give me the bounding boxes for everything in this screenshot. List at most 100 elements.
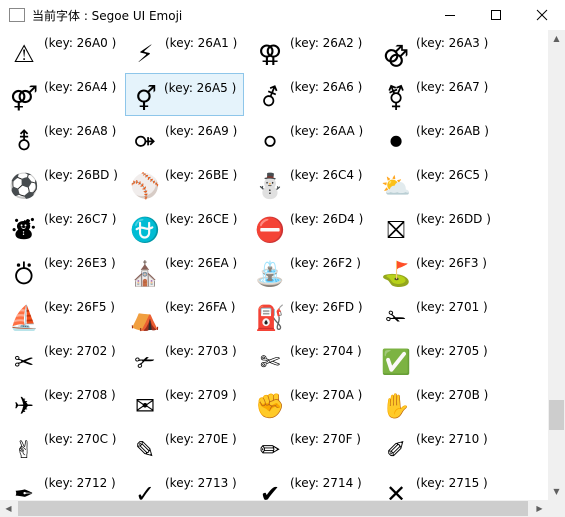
glyph-cell[interactable]: ⚣ (key: 26A3 )	[378, 32, 493, 76]
glyph-cell[interactable]: ⛽ (key: 26FD )	[252, 296, 367, 340]
glyph-symbol: ⚫	[385, 128, 407, 156]
glyph-cell[interactable]: ⚾ (key: 26BE )	[127, 164, 242, 208]
close-button[interactable]	[519, 0, 565, 30]
glyph-cell[interactable]: ✂ (key: 2702 )	[6, 340, 121, 384]
glyph-cell[interactable]: ✉ (key: 2709 )	[127, 384, 242, 428]
glyph-key-label: (key: 270F )	[290, 432, 361, 446]
glyph-cell[interactable]: ✋ (key: 270B )	[378, 384, 493, 428]
glyph-symbol: ⚨	[13, 128, 35, 156]
glyph-cell[interactable]: ✃ (key: 2703 )	[127, 340, 242, 384]
vertical-scroll-thumb[interactable]	[549, 400, 564, 430]
glyph-list-view[interactable]: ⚠ (key: 26A0 ) ⚡ (key: 26A1 ) ⚢ (key: 26A2 ) ⚣…	[0, 30, 548, 500]
glyph-cell[interactable]: ⚪ (key: 26AA )	[252, 120, 367, 164]
glyph-cell[interactable]: ⚫ (key: 26AB )	[378, 120, 493, 164]
glyph-symbol: ⚪	[259, 128, 281, 156]
glyph-cell[interactable]: ✄ (key: 2704 )	[252, 340, 367, 384]
glyph-key-label: (key: 26A0 )	[44, 36, 117, 50]
glyph-cell[interactable]: ⛔ (key: 26D4 )	[252, 208, 367, 252]
glyph-symbol: ⛺	[130, 304, 160, 332]
glyph-cell[interactable]: ✁ (key: 2701 )	[378, 296, 493, 340]
glyph-cell[interactable]: ✔ (key: 2714 )	[252, 472, 367, 500]
glyph-symbol: ⚧	[385, 84, 407, 112]
glyph-key-label: (key: 26AA )	[290, 124, 364, 138]
glyph-cell[interactable]: ⛣ (key: 26E3 )	[6, 252, 121, 296]
glyph-key-label: (key: 26EA )	[165, 256, 238, 270]
glyph-cell[interactable]: ⚤ (key: 26A4 )	[6, 76, 121, 120]
glyph-symbol: ✎	[134, 436, 156, 464]
glyph-symbol: ⚢	[257, 40, 283, 68]
glyph-cell[interactable]: ⚽ (key: 26BD )	[6, 164, 121, 208]
scroll-down-arrow-icon[interactable]: ▼	[548, 483, 565, 500]
glyph-symbol: ⚽	[9, 172, 39, 200]
horizontal-scrollbar[interactable]: ◀ ▶	[0, 500, 548, 517]
glyph-cell[interactable]: ✕ (key: 2715 )	[378, 472, 493, 500]
glyph-cell[interactable]: ✐ (key: 2710 )	[378, 428, 493, 472]
glyph-key-label: (key: 26A1 )	[165, 36, 238, 50]
glyph-cell[interactable]: ⛵ (key: 26F5 )	[6, 296, 121, 340]
glyph-key-label: (key: 26BD )	[44, 168, 118, 182]
glyph-symbol: ⛽	[255, 304, 285, 332]
glyph-cell[interactable]: ✅ (key: 2705 )	[378, 340, 493, 384]
scroll-up-arrow-icon[interactable]: ▲	[548, 30, 565, 47]
glyph-cell[interactable]: ⚧ (key: 26A7 )	[378, 76, 493, 120]
glyph-cell[interactable]: ⚨ (key: 26A8 )	[6, 120, 121, 164]
minimize-icon	[445, 15, 455, 16]
glyph-key-label: (key: 26A7 )	[416, 80, 489, 94]
glyph-cell[interactable]: ⚠ (key: 26A0 )	[6, 32, 121, 76]
glyph-cell[interactable]: ⚦ (key: 26A6 )	[252, 76, 367, 120]
glyph-cell[interactable]: ⚥ (key: 26A5 )	[125, 73, 244, 116]
glyph-symbol: ✈	[13, 392, 35, 420]
glyph-key-label: (key: 2710 )	[416, 432, 488, 446]
glyph-key-label: (key: 26A3 )	[416, 36, 489, 50]
glyph-symbol: ⚣	[382, 40, 410, 68]
glyph-key-label: (key: 26C4 )	[290, 168, 363, 182]
glyph-key-label: (key: 2709 )	[165, 388, 237, 402]
glyph-cell[interactable]: ✌ (key: 270C )	[6, 428, 121, 472]
glyph-cell[interactable]: ✎ (key: 270E )	[127, 428, 242, 472]
glyph-symbol: ⚦	[259, 84, 281, 112]
glyph-symbol: ⚡	[136, 40, 154, 68]
glyph-cell[interactable]: ✏ (key: 270F )	[252, 428, 367, 472]
glyph-symbol: ⚠	[13, 40, 35, 68]
glyph-key-label: (key: 2708 )	[44, 388, 116, 402]
glyph-cell[interactable]: ⚩ (key: 26A9 )	[127, 120, 242, 164]
scroll-right-arrow-icon[interactable]: ▶	[531, 500, 548, 517]
glyph-key-label: (key: 26CE )	[165, 212, 238, 226]
glyph-cell[interactable]: ⛎ (key: 26CE )	[127, 208, 242, 252]
glyph-cell[interactable]: ✊ (key: 270A )	[252, 384, 367, 428]
glyph-key-label: (key: 2712 )	[44, 476, 116, 490]
glyph-cell[interactable]: ⛄ (key: 26C4 )	[252, 164, 367, 208]
glyph-symbol: ✉	[134, 392, 156, 420]
glyph-key-label: (key: 26A8 )	[44, 124, 117, 138]
glyph-cell[interactable]: ⛲ (key: 26F2 )	[252, 252, 367, 296]
glyph-key-label: (key: 2713 )	[165, 476, 237, 490]
glyph-key-label: (key: 26A6 )	[290, 80, 363, 94]
glyph-symbol: ✕	[385, 480, 407, 500]
glyph-cell[interactable]: ⚢ (key: 26A2 )	[252, 32, 367, 76]
maximize-icon	[491, 10, 501, 20]
glyph-key-label: (key: 2703 )	[165, 344, 237, 358]
glyph-cell[interactable]: ✈ (key: 2708 )	[6, 384, 121, 428]
glyph-key-label: (key: 2714 )	[290, 476, 362, 490]
minimize-button[interactable]	[427, 0, 473, 30]
glyph-symbol: ⚥	[135, 85, 157, 113]
glyph-cell[interactable]: ⚡ (key: 26A1 )	[127, 32, 242, 76]
glyph-symbol: ⛔	[255, 216, 285, 244]
maximize-button[interactable]	[473, 0, 519, 30]
scroll-left-arrow-icon[interactable]: ◀	[0, 500, 17, 517]
glyph-cell[interactable]: ⛅ (key: 26C5 )	[378, 164, 493, 208]
glyph-symbol: ✏	[259, 436, 281, 464]
horizontal-scroll-thumb[interactable]	[18, 501, 528, 516]
glyph-cell[interactable]: ⛇ (key: 26C7 )	[6, 208, 121, 252]
glyph-symbol: ⛅	[381, 172, 411, 200]
title-bar: 当前字体 : Segoe UI Emoji	[0, 0, 565, 31]
glyph-cell[interactable]: ⛪ (key: 26EA )	[127, 252, 242, 296]
glyph-cell[interactable]: ⛝ (key: 26DD )	[378, 208, 493, 252]
glyph-cell[interactable]: ⛺ (key: 26FA )	[127, 296, 242, 340]
glyph-cell[interactable]: ✒ (key: 2712 )	[6, 472, 121, 500]
glyph-symbol: ⛵	[9, 304, 39, 332]
glyph-cell[interactable]: ⛳ (key: 26F3 )	[378, 252, 493, 296]
vertical-scrollbar[interactable]: ▲ ▼	[548, 30, 565, 500]
glyph-cell[interactable]: ✓ (key: 2713 )	[127, 472, 242, 500]
glyph-key-label: (key: 2701 )	[416, 300, 488, 314]
